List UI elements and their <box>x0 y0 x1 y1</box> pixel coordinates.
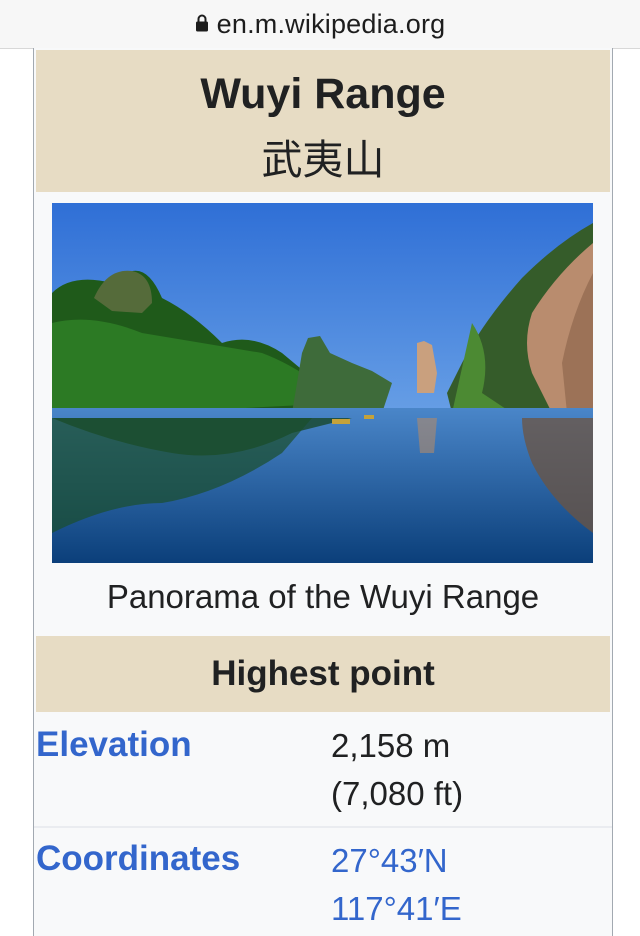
elevation-metric: 2,158 m <box>331 727 451 764</box>
coordinates-label[interactable]: Coordinates <box>36 839 240 879</box>
row-divider <box>34 826 612 828</box>
infobox: Wuyi Range 武夷山 Panorama of the Wuyi Rang… <box>33 48 613 936</box>
coordinates-latitude[interactable]: 27°43′N <box>331 837 462 885</box>
image-caption: Panorama of the Wuyi Range <box>106 578 540 615</box>
page-title: Wuyi Range <box>200 70 446 118</box>
elevation-value: 2,158 m (7,080 ft) <box>331 722 463 818</box>
infobox-title: Wuyi Range 武夷山 <box>36 50 610 192</box>
elevation-imperial: (7,080 ft) <box>331 775 464 812</box>
native-name: 武夷山 <box>261 136 385 184</box>
section-highest-point: Highest point <box>36 636 610 712</box>
browser-address-bar[interactable]: en.m.wikipedia.org <box>0 0 640 49</box>
coordinates-value[interactable]: 27°43′N 117°41′E <box>331 837 462 933</box>
section-heading: Highest point <box>211 654 435 693</box>
panorama-image <box>52 203 593 563</box>
infobox-image[interactable] <box>52 203 593 563</box>
lock-icon <box>195 14 209 37</box>
elevation-label[interactable]: Elevation <box>36 725 192 765</box>
coordinates-longitude[interactable]: 117°41′E <box>331 885 462 933</box>
url-text: en.m.wikipedia.org <box>216 8 446 39</box>
